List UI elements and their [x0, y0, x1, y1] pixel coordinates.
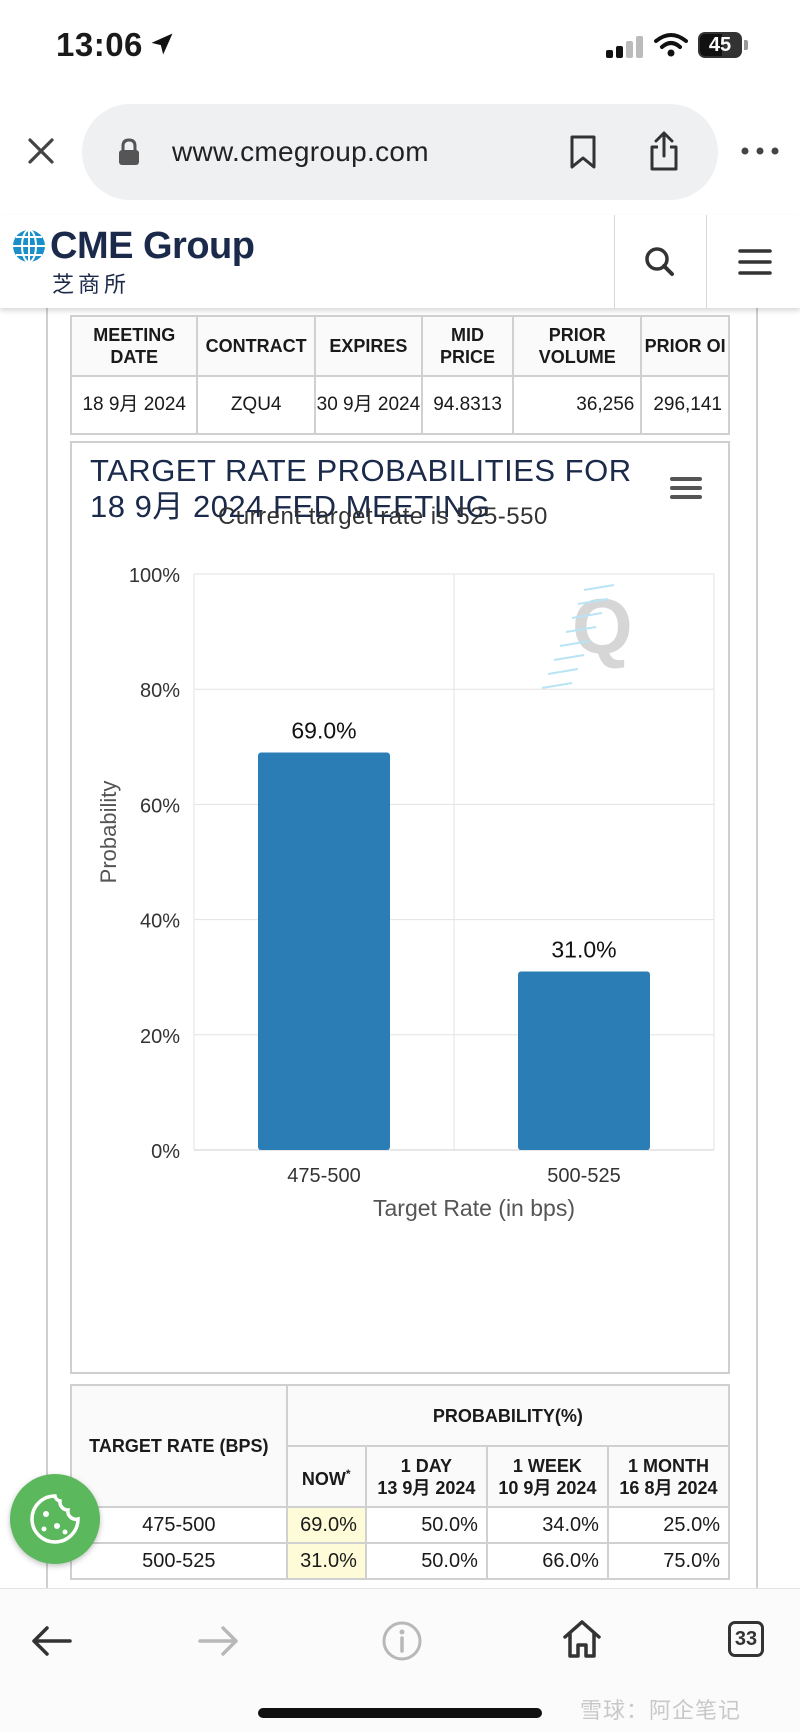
header-label: 1 DAY: [400, 1455, 453, 1476]
url-text[interactable]: www.cmegroup.com: [172, 136, 429, 168]
brand-name[interactable]: CME Group: [50, 225, 255, 268]
x-axis-title: Target Rate (in bps): [373, 1195, 575, 1221]
header-divider: [706, 215, 707, 308]
header-label: 1 WEEK: [512, 1455, 582, 1476]
table-cell: 36,256: [512, 375, 643, 435]
contract-table: MEETING DATE CONTRACT EXPIRES MID PRICE …: [69, 315, 730, 435]
table-header: TARGET RATE (BPS): [70, 1384, 288, 1508]
y-tick-label: 60%: [140, 795, 180, 817]
close-icon[interactable]: [26, 136, 56, 166]
y-tick-label: 100%: [129, 565, 180, 587]
battery-indicator: 45: [698, 32, 748, 58]
y-axis-title: Probability: [96, 781, 121, 884]
y-tick-label: 80%: [140, 680, 180, 702]
table-header-now: NOW*: [285, 1445, 367, 1508]
watermark-stripe: [541, 682, 573, 689]
table-header: PROBABILITY(%): [285, 1384, 731, 1447]
probability-chart: 0% 20% 40% 60% 80% 100% Q 69.0% 475-500 31.0% 500-…: [70, 441, 730, 1374]
watermark-q-icon: Q: [572, 582, 633, 670]
status-bar: 13:06 45: [0, 0, 800, 95]
header-label: NOW: [301, 1469, 346, 1489]
table-cell: 296,141: [640, 375, 730, 435]
y-tick-label: 40%: [140, 911, 180, 933]
page-info-icon[interactable]: [380, 1619, 424, 1663]
table-row: 500-525 31.0% 50.0% 66.0% 75.0%: [70, 1542, 731, 1580]
table-cell: 50.0%: [364, 1542, 488, 1580]
home-indicator: [258, 1708, 542, 1718]
table-cell: 31.0%: [285, 1542, 367, 1580]
data-label: 69.0%: [291, 718, 356, 744]
table-header: EXPIRES: [313, 315, 423, 377]
header-label: 1 MONTH: [627, 1455, 709, 1476]
tab-switcher-button[interactable]: 33: [728, 1621, 764, 1657]
table-header: PRIOR OI: [640, 315, 730, 377]
lock-icon: [119, 138, 139, 165]
probability-table: TARGET RATE (BPS) PROBABILITY(%) NOW* 1 …: [70, 1384, 731, 1580]
browser-toolbar: 33 雪球：阿企笔记: [0, 1588, 800, 1732]
table-cell: 66.0%: [485, 1542, 609, 1580]
table-header-row: MEETING DATE CONTRACT EXPIRES MID PRICE …: [69, 315, 730, 377]
table-header: PRIOR VOLUME: [512, 315, 643, 377]
table-cell: 94.8313: [420, 375, 515, 435]
header-date: 10 9月 2024: [498, 1477, 597, 1498]
table-header: MID PRICE: [420, 315, 515, 377]
bookmark-icon[interactable]: [568, 134, 598, 170]
home-icon[interactable]: [560, 1617, 604, 1661]
y-tick-label: 20%: [140, 1026, 180, 1048]
table-cell: 500-525: [70, 1542, 288, 1580]
share-icon[interactable]: [648, 130, 680, 172]
chart-canvas: 0% 20% 40% 60% 80% 100% Q 69.0% 475-500 31.0% 500-…: [96, 565, 715, 1221]
site-header: CME Group 芝商所: [0, 215, 800, 308]
table-cell: 75.0%: [606, 1542, 731, 1580]
search-icon[interactable]: [614, 235, 706, 289]
forward-arrow-icon[interactable]: [196, 1623, 240, 1659]
bar: [258, 752, 390, 1150]
table-row: 475-500 69.0% 50.0% 34.0% 25.0%: [70, 1506, 731, 1544]
header-date: 16 8月 2024: [619, 1477, 718, 1498]
chart-subtitle: Current target rate is 525-550: [218, 503, 548, 530]
table-header: 1 DAY 13 9月 2024: [364, 1445, 488, 1508]
cme-globe-logo-icon: [13, 229, 45, 263]
cellular-signal-icon: [606, 36, 643, 58]
table-cell: 475-500: [70, 1506, 288, 1544]
chart-menu-icon[interactable]: [670, 475, 702, 501]
battery-level: 45: [708, 34, 732, 56]
header-date: 13 9月 2024: [377, 1477, 476, 1498]
watermark: 雪球：阿企笔记: [580, 1698, 742, 1723]
location-arrow-icon: [151, 33, 173, 55]
data-label: 31.0%: [551, 936, 616, 962]
table-row: 18 9月 2024 ZQU4 30 9月 2024 94.8313 36,25…: [69, 375, 730, 435]
wifi-icon: [654, 33, 688, 57]
cookie-icon: [30, 1494, 80, 1544]
table-cell: 25.0%: [606, 1506, 731, 1544]
table-header: MEETING DATE: [69, 315, 199, 377]
table-cell: 34.0%: [485, 1506, 609, 1544]
table-cell: 18 9月 2024: [69, 375, 199, 435]
more-options-icon[interactable]: [740, 146, 780, 156]
table-header: 1 MONTH 16 8月 2024: [606, 1445, 731, 1508]
back-arrow-icon[interactable]: [30, 1623, 74, 1659]
cookie-settings-button[interactable]: [10, 1474, 100, 1564]
bar: [518, 971, 650, 1150]
table-header: CONTRACT: [196, 315, 316, 377]
x-tick-label: 500-525: [547, 1165, 620, 1187]
table-header: 1 WEEK 10 9月 2024: [485, 1445, 609, 1508]
x-tick-label: 475-500: [287, 1165, 360, 1187]
y-tick-label: 0%: [151, 1141, 180, 1163]
brand-subtitle: 芝商所: [52, 272, 131, 297]
table-cell: 69.0%: [285, 1506, 367, 1544]
hamburger-menu-icon[interactable]: [712, 235, 798, 289]
watermark-stripe: [547, 668, 579, 675]
table-cell: 30 9月 2024: [313, 375, 423, 435]
table-cell: ZQU4: [196, 375, 316, 435]
footnote-marker: *: [345, 1467, 351, 1481]
table-cell: 50.0%: [364, 1506, 488, 1544]
clock: 13:06: [56, 26, 143, 63]
table-header-row: TARGET RATE (BPS) PROBABILITY(%): [70, 1384, 731, 1508]
